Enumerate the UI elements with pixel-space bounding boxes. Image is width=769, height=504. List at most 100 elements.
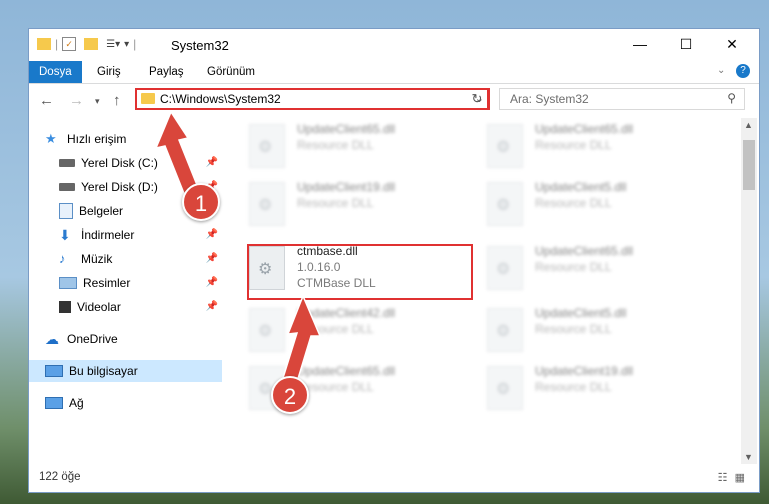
back-arrow-icon[interactable]: ← bbox=[39, 92, 54, 109]
separator: | bbox=[55, 37, 59, 51]
annotation-badge-2: 2 bbox=[271, 376, 309, 414]
search-icon[interactable]: ⚲ bbox=[727, 91, 736, 105]
scroll-up-icon[interactable]: ▲ bbox=[744, 120, 753, 130]
tab-share[interactable]: Paylaş bbox=[139, 61, 194, 83]
close-icon: ✕ bbox=[726, 35, 738, 52]
file-type: Resource DLL bbox=[535, 196, 612, 210]
list-item[interactable]: UpdateClient65.dll Resource DLL bbox=[487, 242, 697, 298]
dll-file-icon bbox=[487, 124, 523, 168]
file-name: UpdateClient65.dll bbox=[297, 122, 396, 136]
forward-arrow-icon[interactable]: → bbox=[69, 92, 84, 109]
music-icon: ♪ bbox=[59, 251, 66, 266]
address-path[interactable]: C:\Windows\System32 bbox=[160, 92, 281, 106]
sidebar-item-network[interactable]: Ağ bbox=[29, 392, 222, 414]
new-folder-icon[interactable] bbox=[84, 38, 99, 50]
list-item[interactable]: UpdateClient5.dll Resource DLL bbox=[487, 304, 697, 360]
file-type: Resource DLL bbox=[297, 196, 374, 210]
sidebar-item-label: Bu bilgisayar bbox=[69, 364, 138, 378]
sidebar-item-onedrive[interactable]: ☁ OneDrive bbox=[29, 328, 222, 350]
sidebar-item-music[interactable]: ♪ Müzik 📌 bbox=[29, 248, 222, 270]
file-type: Resource DLL bbox=[535, 260, 612, 274]
pin-icon[interactable]: 📌 bbox=[206, 277, 218, 288]
pin-icon[interactable]: 📌 bbox=[206, 229, 218, 240]
tab-file[interactable]: Dosya bbox=[29, 61, 82, 83]
file-type: Resource DLL bbox=[535, 138, 612, 152]
maximize-button[interactable]: ☐ bbox=[663, 29, 709, 59]
file-name: UpdateClient65.dll bbox=[297, 364, 396, 378]
vertical-scrollbar[interactable]: ▲ ▼ bbox=[741, 118, 757, 464]
network-icon bbox=[45, 397, 63, 409]
refresh-button[interactable]: ↻ bbox=[467, 88, 489, 110]
list-item[interactable]: UpdateClient5.dll Resource DLL bbox=[487, 178, 697, 234]
recent-locations-icon[interactable]: ▾ bbox=[95, 96, 100, 107]
expand-ribbon-icon[interactable]: ⌄ bbox=[717, 65, 725, 76]
list-item[interactable]: UpdateClient42.dll Resource DLL bbox=[249, 304, 459, 360]
search-input[interactable]: Ara: System32 ⚲ bbox=[499, 88, 745, 110]
pin-icon[interactable]: 📌 bbox=[206, 301, 218, 312]
properties-icon[interactable]: ✓ bbox=[62, 37, 77, 51]
minimize-icon: — bbox=[633, 36, 647, 52]
close-button[interactable]: ✕ bbox=[709, 29, 755, 59]
sidebar-item-local-disk-c[interactable]: Yerel Disk (C:) 📌 bbox=[29, 152, 222, 174]
status-item-count: 122 öğe bbox=[39, 471, 81, 483]
sidebar-item-videos[interactable]: Videolar 📌 bbox=[29, 296, 222, 318]
sidebar-item-label: Yerel Disk (D:) bbox=[81, 180, 158, 194]
file-name: UpdateClient19.dll bbox=[535, 364, 634, 378]
window-title: System32 bbox=[171, 38, 229, 53]
ribbon-tabs: Dosya Giriş Paylaş Görünüm ⌄ ? bbox=[29, 61, 759, 84]
pictures-icon bbox=[59, 277, 77, 289]
maximize-icon: ☐ bbox=[679, 35, 693, 52]
details-view-icon[interactable]: ☷ bbox=[718, 472, 728, 484]
file-name: UpdateClient65.dll bbox=[535, 244, 634, 258]
list-item[interactable]: UpdateClient19.dll Resource DLL bbox=[249, 178, 459, 234]
scrollbar-thumb[interactable] bbox=[743, 140, 755, 190]
sidebar-item-label: Resimler bbox=[83, 276, 131, 290]
dll-file-icon bbox=[249, 124, 285, 168]
folder-icon bbox=[141, 93, 155, 104]
file-name: UpdateClient5.dll bbox=[535, 180, 627, 194]
tab-home[interactable]: Giriş bbox=[87, 61, 131, 83]
address-bar[interactable]: C:\Windows\System32 ⌄ bbox=[135, 88, 490, 110]
quick-access-toolbar: | ✓ ☰▾ ▾ | bbox=[37, 37, 136, 51]
videos-icon bbox=[59, 301, 71, 313]
sidebar-item-label: Belgeler bbox=[79, 204, 124, 218]
sidebar-item-this-pc[interactable]: Bu bilgisayar bbox=[29, 360, 222, 382]
up-arrow-icon[interactable]: ↑ bbox=[113, 92, 121, 109]
list-item[interactable]: UpdateClient65.dll Resource DLL bbox=[487, 120, 697, 176]
minimize-button[interactable]: — bbox=[617, 29, 663, 59]
sidebar-item-quick-access[interactable]: ★ Hızlı erişim bbox=[29, 128, 222, 150]
sidebar-item-label: Videolar bbox=[77, 300, 121, 314]
cloud-icon: ☁ bbox=[45, 331, 59, 347]
drive-icon bbox=[59, 159, 75, 167]
large-icons-view-icon[interactable]: ▦ bbox=[735, 472, 745, 484]
folder-icon bbox=[37, 38, 51, 50]
file-type: Resource DLL bbox=[535, 322, 612, 336]
view-mode-toggles: ☷ ▦ bbox=[718, 471, 745, 484]
pin-icon[interactable]: 📌 bbox=[206, 253, 218, 264]
sidebar-item-label: Ağ bbox=[69, 396, 84, 410]
pin-icon[interactable]: 📌 bbox=[206, 157, 218, 168]
sidebar-item-label: Yerel Disk (C:) bbox=[81, 156, 158, 170]
scroll-down-icon[interactable]: ▼ bbox=[744, 452, 753, 462]
sidebar-item-label: OneDrive bbox=[67, 332, 118, 346]
refresh-icon: ↻ bbox=[471, 91, 483, 106]
dll-file-icon bbox=[487, 308, 523, 352]
computer-icon bbox=[45, 365, 63, 377]
sidebar-item-label: Müzik bbox=[81, 252, 113, 266]
downloads-icon: ⬇ bbox=[59, 227, 71, 243]
annotation-badge-1: 1 bbox=[182, 183, 220, 221]
list-item[interactable]: UpdateClient65.dll Resource DLL bbox=[249, 120, 459, 176]
file-type: Resource DLL bbox=[297, 138, 374, 152]
list-item[interactable]: UpdateClient19.dll Resource DLL bbox=[487, 362, 697, 418]
search-placeholder: Ara: System32 bbox=[510, 92, 589, 106]
dropdown-icon[interactable]: ▾ bbox=[124, 39, 129, 50]
tab-view[interactable]: Görünüm bbox=[197, 61, 265, 83]
dll-file-icon bbox=[487, 182, 523, 226]
sidebar-item-downloads[interactable]: ⬇ İndirmeler 📌 bbox=[29, 224, 222, 246]
sidebar-item-pictures[interactable]: Resimler 📌 bbox=[29, 272, 222, 294]
customize-toolbar-icon[interactable]: ☰▾ bbox=[106, 39, 120, 50]
separator: | bbox=[133, 37, 137, 51]
help-icon[interactable]: ? bbox=[736, 64, 750, 78]
dll-file-icon bbox=[487, 366, 523, 410]
dll-file-icon bbox=[249, 182, 285, 226]
